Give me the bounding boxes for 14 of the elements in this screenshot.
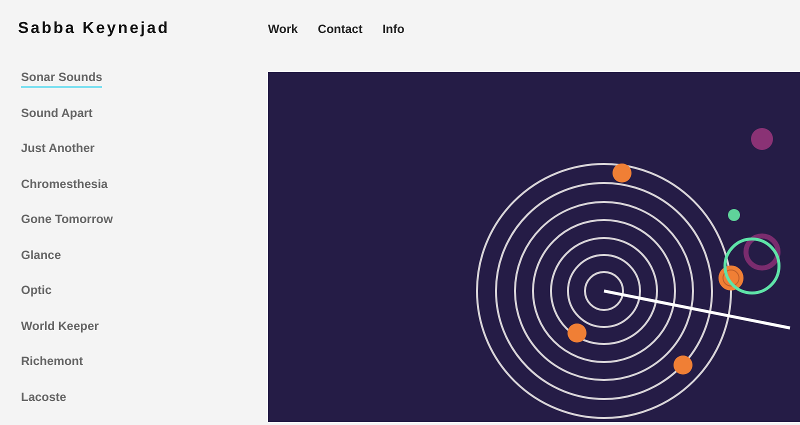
nav-link[interactable]: Work <box>268 20 298 38</box>
project-link[interactable]: Sound Apart <box>21 104 93 124</box>
project-link[interactable]: Chromesthesia <box>21 174 108 194</box>
project-link[interactable]: World Keeper <box>21 316 99 336</box>
nav-link[interactable]: Contact <box>318 20 362 38</box>
project-link[interactable]: Sonar Sounds <box>21 68 102 88</box>
project-link[interactable]: Optic <box>21 281 52 301</box>
project-link[interactable]: Glance <box>21 246 62 266</box>
project-link[interactable]: Richemont <box>21 352 84 372</box>
project-link[interactable]: Gone Tomorrow <box>21 210 113 230</box>
nav-link[interactable]: Info <box>382 20 404 38</box>
site-title[interactable]: Sabba Keynejad <box>0 17 268 41</box>
project-link[interactable]: Just Another <box>21 139 95 159</box>
project-link[interactable]: Lacoste <box>21 388 66 408</box>
